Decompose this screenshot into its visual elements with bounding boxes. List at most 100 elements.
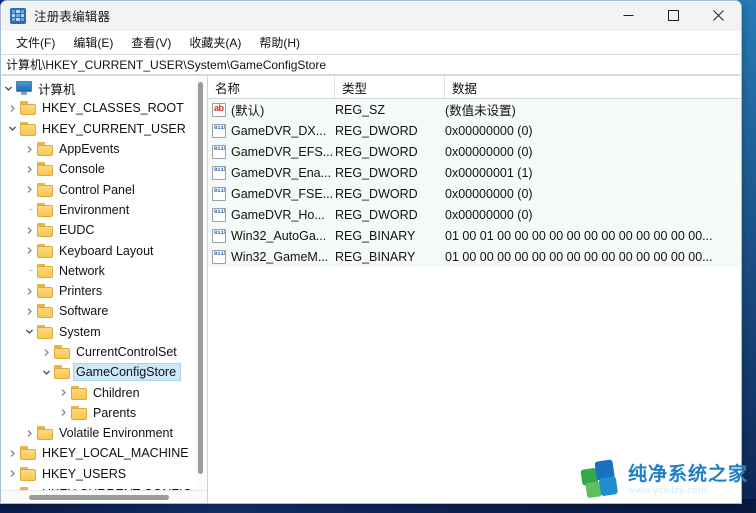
value-type-cell: REG_DWORD [335,144,418,159]
tree-item-label: Control Panel [59,182,135,197]
tree-item-label: HKEY_USERS [42,466,127,481]
column-header-data[interactable]: 数据 [445,76,741,98]
tree-item-label: Parents [93,405,137,420]
tree-item-volatile-environment[interactable]: Volatile Environment [1,423,207,443]
tree-item-system[interactable]: System [1,322,207,342]
tree-item-hkey-classes-root[interactable]: HKEY_CLASSES_ROOT [1,98,207,118]
maximize-button[interactable] [651,1,696,31]
close-icon [713,10,724,21]
tree-item-computer[interactable]: 计算机 [1,78,207,98]
minimize-icon [623,15,634,16]
menu-help[interactable]: 帮助(H) [250,32,309,53]
value-name-text: GameDVR_FSE... [231,186,334,201]
chevron-right-icon[interactable] [22,287,37,296]
registry-values-list: (默认) REG_SZ (数值未设置) GameDVR_DX... REG_DWORD 0… [208,99,741,267]
tree-horizontal-scroll-thumb[interactable] [29,495,169,500]
folder-icon [37,263,54,278]
registry-tree: 计算机 HKEY_CLASSES_ROOT HKEY_CURRENT_USER Ap… [1,76,207,490]
tree-item-label: Printers [59,284,103,299]
close-button[interactable] [696,1,741,31]
tree-vertical-scrollbar[interactable] [195,76,206,490]
value-row[interactable]: GameDVR_Ho... REG_DWORD 0x00000000 (0) [208,204,741,225]
chevron-right-icon[interactable] [22,429,37,438]
tree-item-appevents[interactable]: AppEvents [1,139,207,159]
chevron-right-icon[interactable] [22,226,37,235]
chevron-right-icon[interactable] [5,104,20,113]
folder-icon [20,466,37,481]
chevron-right-icon[interactable] [22,307,37,316]
value-row[interactable]: (默认) REG_SZ (数值未设置) [208,99,741,120]
value-row[interactable]: Win32_AutoGa... REG_BINARY 01 00 01 00 00 … [208,225,741,246]
value-data-cell: 01 00 00 00 00 00 00 00 00 00 00 00 00 0… [445,249,713,264]
registry-grid-icon [10,7,26,24]
chevron-down-icon[interactable] [5,124,20,133]
value-name-cell: GameDVR_Ho... [208,207,335,222]
tree-item-hkey-local-machine[interactable]: HKEY_LOCAL_MACHINE [1,443,207,463]
tree-horizontal-scrollbar[interactable] [1,490,207,503]
binary-value-icon [212,249,226,264]
column-header-name[interactable]: 名称 [208,76,335,98]
value-name-cell: GameDVR_Ena... [208,165,335,180]
chevron-right-icon[interactable] [5,469,20,478]
chevron-right-icon[interactable] [56,408,71,417]
chevron-right-icon[interactable] [22,145,37,154]
chevron-right-icon[interactable] [22,246,37,255]
folder-icon [37,142,54,157]
value-type-cell: REG_DWORD [335,165,418,180]
tree-item-gameconfigstore[interactable]: GameConfigStore [1,362,207,382]
dword-value-icon [212,165,226,180]
tree-item-control-panel[interactable]: Control Panel [1,179,207,199]
tree-item-label: EUDC [59,223,95,238]
menu-edit[interactable]: 编辑(E) [64,32,122,53]
chevron-right-icon[interactable] [56,388,71,397]
dword-value-icon [212,207,226,222]
chevron-down-icon[interactable] [1,84,16,93]
registry-tree-pane: 计算机 HKEY_CLASSES_ROOT HKEY_CURRENT_USER Ap… [1,76,208,503]
tree-item-eudc[interactable]: EUDC [1,220,207,240]
tree-vertical-scroll-thumb[interactable] [198,82,203,474]
tree-item-label: Software [59,304,109,319]
chevron-down-icon[interactable] [39,368,54,377]
tree-item-hkey-users[interactable]: HKEY_USERS [1,464,207,484]
chevron-right-icon[interactable] [39,348,54,357]
menu-favorites[interactable]: 收藏夹(A) [180,32,250,53]
tree-item-console[interactable]: Console [1,159,207,179]
minimize-button[interactable] [606,1,651,31]
tree-item-software[interactable]: Software [1,301,207,321]
value-type-cell: REG_DWORD [335,207,418,222]
value-type-cell: REG_SZ [335,102,386,117]
value-row[interactable]: GameDVR_FSE...REG_DWORD 0x00000000 (0) [208,183,741,204]
tree-item-label: 计算机 [38,82,76,97]
value-row[interactable]: GameDVR_DX... REG_DWORD 0x00000000 (0) [208,120,741,141]
tree-item-label: Keyboard Layout [59,243,154,258]
value-name-cell: GameDVR_FSE... [208,186,335,201]
value-row[interactable]: GameDVR_EFS...REG_DWORD 0x00000000 (0) [208,141,741,162]
menu-view[interactable]: 查看(V) [122,32,180,53]
tree-item-children[interactable]: Children [1,382,207,402]
value-row[interactable]: Win32_GameM... REG_BINARY 01 00 00 00 00 0… [208,246,741,267]
value-data-cell: 0x00000000 (0) [445,186,533,201]
chevron-right-icon[interactable] [22,185,37,194]
tree-item-network[interactable]: Network [1,261,207,281]
tree-item-printers[interactable]: Printers [1,281,207,301]
column-header-type[interactable]: 类型 [335,76,445,98]
menu-file[interactable]: 文件(F) [7,32,64,53]
dword-value-icon [212,186,226,201]
tree-item-parents[interactable]: Parents [1,403,207,423]
chevron-down-icon[interactable] [22,327,37,336]
tree-item-environment[interactable]: Environment [1,200,207,220]
tree-item-label: Network [59,263,105,278]
chevron-right-icon[interactable] [22,165,37,174]
menu-bar: 文件(F) 编辑(E) 查看(V) 收藏夹(A) 帮助(H) [1,31,741,54]
address-bar[interactable]: 计算机\HKEY_CURRENT_USER\System\GameConfigS… [2,54,740,75]
tree-item-currentcontrolset[interactable]: CurrentControlSet [1,342,207,362]
tree-item-keyboard-layout[interactable]: Keyboard Layout [1,240,207,260]
window-title: 注册表编辑器 [34,10,111,24]
value-row[interactable]: GameDVR_Ena...REG_DWORD 0x00000001 (1) [208,162,741,183]
tree-item-label: CurrentControlSet [76,345,177,359]
tree-item-hkey-current-user[interactable]: HKEY_CURRENT_USER [1,119,207,139]
value-name-cell: GameDVR_EFS... [208,144,335,159]
chevron-right-icon[interactable] [5,449,20,458]
tree-item-label: HKEY_CLASSES_ROOT [42,101,184,116]
value-data-cell: 01 00 01 00 00 00 00 00 00 00 00 00 00 0… [445,228,713,243]
